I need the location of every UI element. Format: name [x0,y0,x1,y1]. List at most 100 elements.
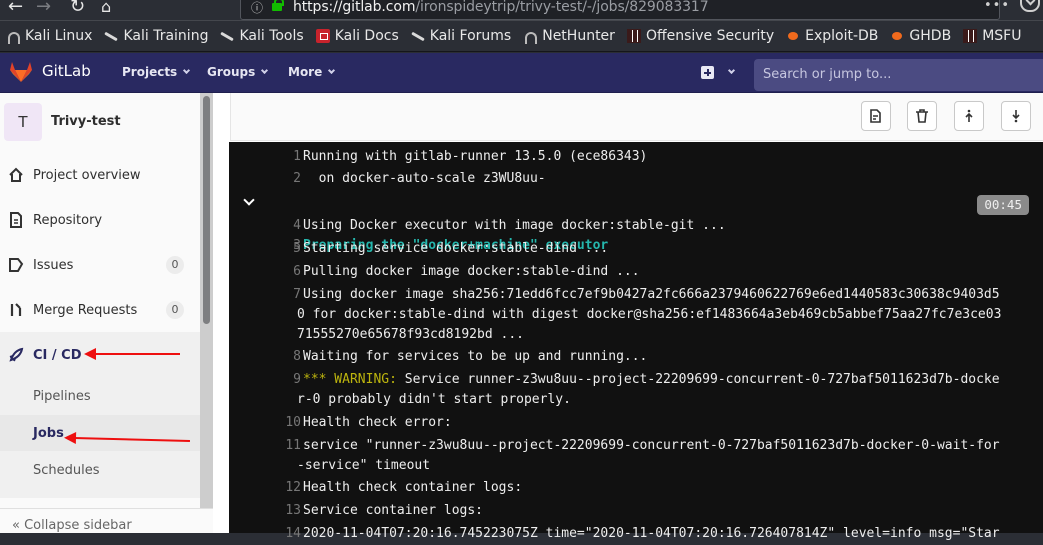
sidebar-item-issues[interactable]: Issues 0 [0,243,200,287]
line-text: Running with gitlab-runner 13.5.0 (ece86… [303,149,648,164]
annotation-arrow-cicd [84,348,180,360]
chevron-down-icon [328,66,336,75]
bookmark-label: Kali Forums [429,28,512,44]
sidebar-subitem-pipelines[interactable]: Pipelines [0,378,200,414]
bookmark-label: Kali Tools [239,28,304,44]
chevron-down-icon [261,66,269,75]
sidebar-item-repository[interactable]: Repository [0,198,200,242]
line-text: 2020-11-04T07:20:16.745223075Z time="202… [303,526,1000,541]
bookmark-kali-tools[interactable]: Kali Tools [220,28,303,44]
chevron-down-icon[interactable] [243,194,255,206]
collapse-sidebar-button[interactable]: « Collapse sidebar [0,508,213,533]
bookmark-nethunter[interactable]: NetHunter [523,28,615,44]
kali-dragon-icon [104,29,118,43]
scroll-to-top-button[interactable] [954,101,984,131]
chevron-down-icon[interactable] [727,66,736,75]
scroll-to-bottom-button[interactable] [1001,101,1031,131]
nav-groups[interactable]: Groups [207,65,269,79]
url-path: /ironspideytrip/trivy-test/-/jobs/829083… [415,0,709,15]
lock-icon [272,0,284,11]
kali-arch-icon [523,29,538,44]
line-number[interactable]: 14 [271,523,301,545]
bookmark-kali-linux[interactable]: Kali Linux [6,28,92,44]
url-host: https://gitlab.com [293,0,416,15]
bookmark-label: Exploit-DB [805,28,879,44]
merge-requests-count-badge: 0 [166,301,184,319]
line-number[interactable]: 5 [271,238,301,260]
forward-icon[interactable]: → [36,0,51,17]
offsec-icon [963,29,978,43]
subitem-label: Schedules [33,462,100,478]
bookmark-msfu[interactable]: MSFU [963,28,1021,44]
sidebar-item-label: Merge Requests [33,302,138,318]
bookmark-label: NetHunter [542,28,615,44]
line-number[interactable]: 7 [271,284,301,306]
search-input[interactable]: Search or jump to... [754,59,1043,91]
line-number[interactable]: 1 [271,146,301,168]
double-chevron-left-icon: « [12,518,20,533]
bookmark-label: Kali Linux [25,28,93,44]
gitlab-brand[interactable]: GitLab [42,62,91,80]
url-text[interactable]: https://gitlab.com/ironspideytrip/trivy-… [293,0,709,15]
job-page: 1 Running with gitlab-runner 13.5.0 (ece8… [213,93,1043,541]
job-log[interactable]: 1 Running with gitlab-runner 13.5.0 (ece8… [229,142,1043,541]
line-number[interactable]: 9 [271,369,301,391]
sidebar-item-label: Project overview [33,167,141,183]
bookmark-kali-training[interactable]: Kali Training [104,28,208,44]
sidebar-item-project-overview[interactable]: Project overview [0,153,200,197]
show-raw-button[interactable] [861,101,891,131]
bookmark-label: MSFU [982,28,1022,44]
bookmark-exploit-db[interactable]: Exploit-DB [786,28,878,44]
reload-icon[interactable]: ↻ [70,0,85,17]
gitlab-logo-icon[interactable] [10,62,32,82]
line-number[interactable]: 8 [271,346,301,368]
bookmark-ghdb[interactable]: GHDB [890,28,951,44]
info-icon[interactable]: ⓘ [251,0,263,16]
nav-label: More [288,65,323,79]
bookmark-kali-forums[interactable]: Kali Forums [411,28,511,44]
scroll-down-icon [1012,110,1020,123]
line-number[interactable]: 12 [271,477,301,499]
back-icon[interactable]: ← [8,0,23,17]
sidebar-scroll-thumb[interactable] [203,96,210,324]
url-bar[interactable]: ⓘ https://gitlab.com/ironspideytrip/triv… [240,0,1000,20]
line-number[interactable]: 6 [271,261,301,283]
gitlab-header: GitLab Projects Groups More Search or ju… [0,53,1043,93]
nav-projects[interactable]: Projects [122,65,191,79]
sidebar-item-ci-cd[interactable]: CI / CD [0,333,200,377]
collapse-label: Collapse sidebar [24,518,132,533]
exploitdb-bug-icon [786,29,800,43]
issues-icon [9,258,24,272]
browser-toolbar: ← → ↻ ⌂ ⓘ https://gitlab.com/ironspideyt… [0,0,1043,20]
section-duration-badge: 00:45 [977,195,1029,215]
search-placeholder: Search or jump to... [763,67,892,82]
sidebar-subitem-jobs[interactable]: Jobs [0,415,200,451]
project-name[interactable]: Trivy-test [51,114,121,129]
line-number[interactable]: 11 [271,435,301,457]
project-avatar[interactable]: T [4,103,42,141]
erase-log-button[interactable] [907,101,937,131]
line-text: Health check container logs: [303,480,523,495]
pocket-icon[interactable] [1020,0,1040,12]
bookmark-label: Kali Training [123,28,209,44]
home-icon[interactable]: ⌂ [101,0,111,17]
nav-more[interactable]: More [288,65,336,79]
bookmark-offensive-security[interactable]: Offensive Security [626,28,775,44]
line-number[interactable]: 13 [271,500,301,522]
nav-label: Projects [122,65,178,79]
new-item-plus-icon[interactable] [701,66,714,79]
subitem-label: Jobs [33,425,64,441]
nav-label: Groups [207,65,256,79]
line-number[interactable]: 2 [271,168,301,190]
page-actions-icon[interactable]: ••• [984,0,1010,13]
sidebar-item-merge-requests[interactable]: Merge Requests 0 [0,288,200,332]
bookmark-kali-docs[interactable]: Kali Docs [315,28,399,44]
line-number[interactable]: 4 [271,215,301,237]
chevron-down-icon [183,66,191,75]
bookmark-label: Offensive Security [645,28,775,44]
line-number[interactable]: 10 [271,412,301,434]
sidebar-subitem-schedules[interactable]: Schedules [0,452,200,488]
trash-icon [916,109,928,123]
kali-dragon-icon [220,29,234,43]
line-text-continued: -service" timeout [297,458,431,473]
